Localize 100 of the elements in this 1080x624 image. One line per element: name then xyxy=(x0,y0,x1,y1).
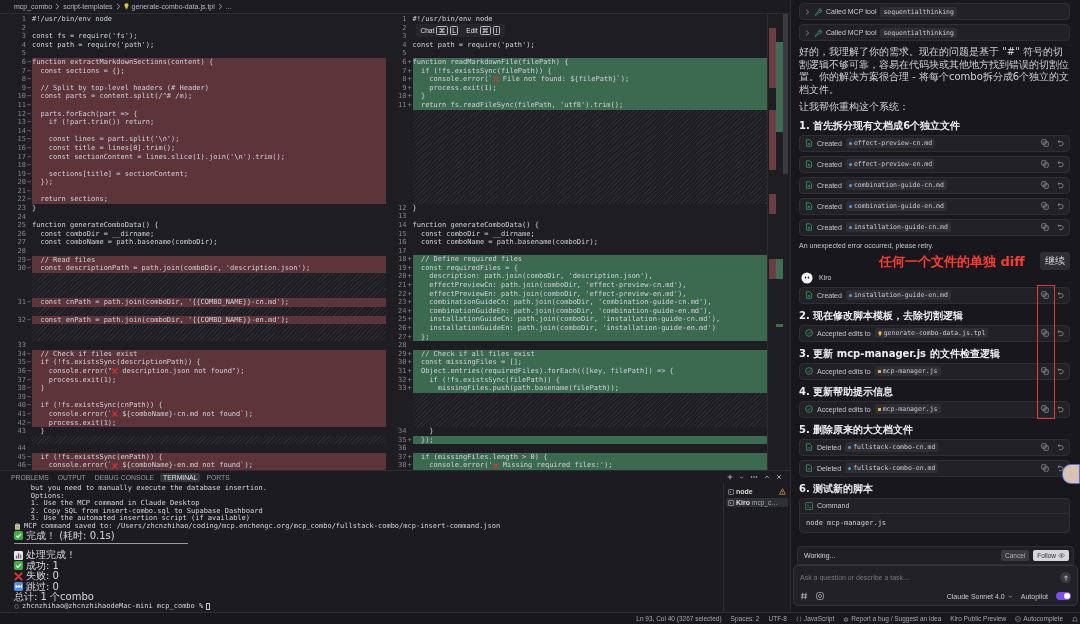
send-button[interactable] xyxy=(1060,572,1071,583)
lightbulb-icon xyxy=(123,3,129,10)
dot-icon xyxy=(848,293,852,297)
hash-icon[interactable] xyxy=(800,592,808,600)
undo-icon[interactable] xyxy=(1056,329,1064,337)
compare-icon[interactable] xyxy=(1041,367,1049,375)
compare-icon[interactable] xyxy=(1041,329,1049,337)
terminal-line: 完成！ (耗时: 0.1s) xyxy=(26,530,115,542)
continue-button[interactable]: 继续 xyxy=(1040,251,1070,270)
cross-icon xyxy=(112,462,119,469)
compare-icon[interactable] xyxy=(1041,464,1049,472)
compare-icon[interactable] xyxy=(1041,202,1049,210)
bug-icon xyxy=(843,615,850,622)
undo-icon[interactable] xyxy=(1056,367,1064,375)
check-circle-icon xyxy=(805,405,813,413)
terminal-line: 失败: 0 xyxy=(26,571,59,582)
clipboard-icon xyxy=(14,523,21,531)
caret-down-icon xyxy=(1007,593,1013,599)
chevron-icon xyxy=(115,3,121,10)
compare-icon[interactable] xyxy=(1041,223,1049,231)
file-plus-icon xyxy=(805,202,813,210)
step-heading: 4. 更新帮助提示信息 xyxy=(799,384,895,398)
braces-icon xyxy=(795,615,802,622)
file-plus-icon xyxy=(805,291,813,299)
cross-icon xyxy=(112,368,119,375)
text-cursor xyxy=(206,602,211,610)
lightbulb-icon xyxy=(877,330,882,336)
dot-icon xyxy=(848,445,852,449)
dot-icon xyxy=(848,162,852,166)
wrench-icon xyxy=(814,28,822,37)
undo-icon[interactable] xyxy=(1056,202,1064,210)
eye-icon xyxy=(1058,553,1065,558)
compare-icon[interactable] xyxy=(1041,443,1049,451)
dot-icon xyxy=(848,183,852,187)
bar-chart-icon xyxy=(14,550,23,560)
undo-icon[interactable] xyxy=(1056,291,1064,299)
dot-icon xyxy=(848,466,852,470)
dot-icon xyxy=(848,225,852,229)
file-plus-icon xyxy=(805,139,813,147)
check-circle-icon xyxy=(805,329,813,337)
cross-icon xyxy=(14,571,23,581)
square-icon xyxy=(877,407,881,411)
message-text: 让我帮你重构这个系统： xyxy=(799,101,910,114)
check-circle-icon xyxy=(805,367,813,375)
rounded-square-icon[interactable] xyxy=(816,592,824,600)
undo-icon[interactable] xyxy=(1056,223,1064,231)
step-heading: 5. 删除原来的大文档文件 xyxy=(799,422,915,436)
arrow-up-icon xyxy=(1062,574,1069,581)
step-heading: 6. 测试新的脚本 xyxy=(799,481,875,495)
undo-icon[interactable] xyxy=(1056,405,1064,413)
cross-icon xyxy=(112,411,119,418)
step-heading: 1. 首先拆分现有文档成6个独立文件 xyxy=(799,118,962,132)
chevron-icon[interactable] xyxy=(805,29,810,36)
compare-icon[interactable] xyxy=(1041,160,1049,168)
terminal-line: 总计: 1 个combo xyxy=(14,592,94,603)
more-icon[interactable] xyxy=(750,475,758,479)
caret-up-icon[interactable] xyxy=(764,474,770,480)
add-icon[interactable] xyxy=(727,474,733,480)
avatar xyxy=(1062,464,1080,484)
compare-icon[interactable] xyxy=(1041,291,1049,299)
undo-icon[interactable] xyxy=(1056,160,1064,168)
cross-icon xyxy=(492,462,499,469)
undo-icon[interactable] xyxy=(1056,139,1064,147)
undo-icon[interactable] xyxy=(1056,443,1064,451)
terminal-icon xyxy=(728,499,734,506)
skip-forward-icon xyxy=(14,582,23,592)
cross-icon xyxy=(492,76,499,83)
terminal-line: 跳过: 0 xyxy=(26,581,59,592)
bell-icon[interactable] xyxy=(1072,615,1078,622)
check-icon xyxy=(14,561,23,571)
compare-icon[interactable] xyxy=(1041,139,1049,147)
compare-icon[interactable] xyxy=(1041,181,1049,189)
chevron-icon xyxy=(217,3,223,10)
square-icon xyxy=(877,369,881,373)
chevron-icon[interactable] xyxy=(805,8,810,15)
compare-icon[interactable] xyxy=(1041,405,1049,413)
check-icon xyxy=(14,531,23,541)
ghost-icon xyxy=(801,271,813,284)
terminal-icon xyxy=(805,501,813,510)
dot-icon xyxy=(848,141,852,145)
file-minus-icon xyxy=(805,443,813,451)
autopilot-toggle[interactable] xyxy=(1056,592,1071,600)
wrench-icon xyxy=(814,7,822,16)
circle-icon xyxy=(14,603,19,609)
terminal-icon xyxy=(728,488,734,495)
dot-icon xyxy=(848,204,852,208)
terminal-line: 处理完成！ xyxy=(26,550,76,561)
file-minus-icon xyxy=(805,464,813,472)
caret-down-icon[interactable] xyxy=(739,474,744,480)
undo-icon[interactable] xyxy=(1056,181,1064,189)
file-plus-icon xyxy=(805,223,813,231)
terminal-line: 成功: 1 xyxy=(26,560,59,571)
annotation-text: 任何一个文件的单独 diff xyxy=(879,253,1025,270)
check-circle-icon xyxy=(1015,615,1022,622)
step-heading: 2. 现在修改脚本模板，去除切割逻辑 xyxy=(799,308,965,322)
chevron-icon xyxy=(55,3,61,10)
file-plus-icon xyxy=(805,181,813,189)
close-icon[interactable] xyxy=(776,474,782,480)
file-plus-icon xyxy=(805,160,813,168)
undo-icon[interactable] xyxy=(1056,464,1064,472)
